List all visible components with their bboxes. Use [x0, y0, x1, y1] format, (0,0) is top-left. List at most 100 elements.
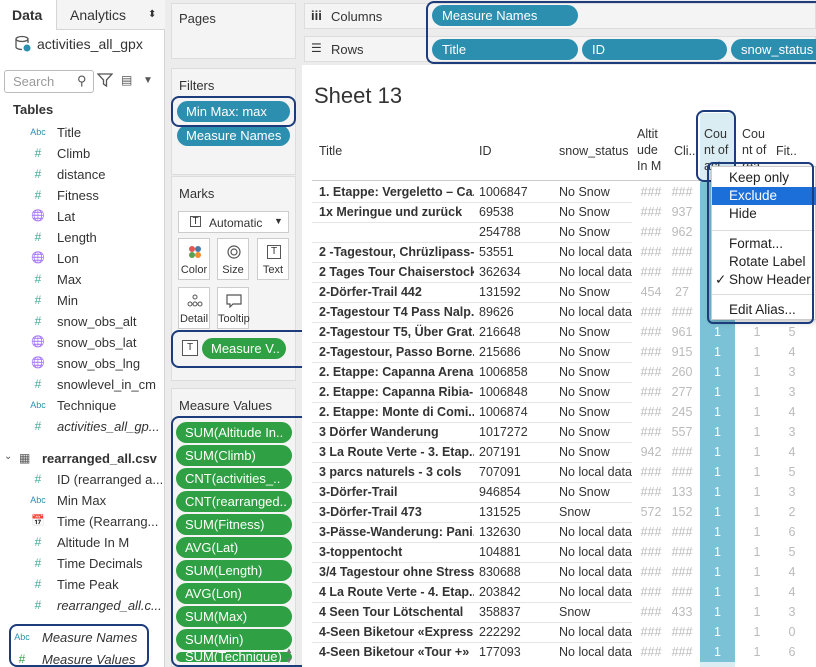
table-row[interactable]: 3 La Route Verte - 3. Etap.. 207191 No Sno… [312, 442, 816, 462]
abc-icon: Abc [30, 495, 46, 505]
cell-altitude: 942 [640, 445, 662, 459]
column-header[interactable]: Altit ude In M [637, 126, 665, 174]
column-header[interactable]: Cli.. [674, 143, 696, 159]
field-item[interactable]: # snow_obs_alt [0, 311, 165, 332]
table-row[interactable]: 4-Seen Biketour «Tour +» 177093 No local d… [312, 642, 816, 662]
field-item[interactable]: # Min [0, 290, 165, 311]
table-row[interactable]: 3 parcs naturels - 3 cols 707091 No local … [312, 462, 816, 482]
mark-type-label: Automatic [209, 216, 263, 230]
cell-climb: ### [671, 265, 693, 279]
cell-snow-status: No Snow [559, 385, 610, 399]
field-item[interactable]: # activities_all_gp... [0, 416, 165, 437]
field-item[interactable]: # Max [0, 269, 165, 290]
cell-count-activities: 1 [700, 462, 735, 482]
tooltip-button[interactable]: Tooltip [217, 287, 250, 329]
field-item[interactable]: # Altitude In M [0, 532, 165, 553]
detail-button[interactable]: Detail [178, 287, 210, 329]
text-button[interactable]: T Text [257, 238, 289, 280]
table-row[interactable]: 2. Etappe: Capanna Arena.. 1006858 No Snow… [312, 362, 816, 382]
detail-icon [187, 294, 203, 307]
cell-title: 4 La Route Verte - 4. Etap.. [319, 585, 474, 599]
highlight-box [426, 1, 816, 64]
cell-title: 2-Tagestour T5, Über Grat.. [319, 325, 474, 339]
column-header[interactable]: Fit.. [776, 143, 806, 159]
field-item[interactable]: # Fitness [0, 185, 165, 206]
hash-icon: # [34, 146, 42, 160]
tab-data[interactable]: Data [0, 0, 57, 30]
cell-fitness: 0 [788, 625, 796, 639]
cell-count-rearranged: 1 [753, 545, 761, 559]
size-button[interactable]: Size [217, 238, 249, 280]
cell-title [319, 222, 474, 242]
filter-icon[interactable] [96, 72, 114, 92]
cell-snow-status: No Snow [559, 365, 610, 379]
field-item[interactable]: # ID (rearranged a... [0, 469, 165, 490]
column-header[interactable]: Title [319, 143, 469, 159]
table-row[interactable]: 2. Etappe: Capanna Ribia-.. 1006848 No Sno… [312, 382, 816, 402]
field-item[interactable]: 🌐 Lat [0, 206, 165, 227]
cell-climb: 27 [675, 285, 689, 299]
field-item[interactable]: # Time Peak [0, 574, 165, 595]
cell-fitness: 5 [788, 465, 796, 479]
field-item[interactable]: 🌐 Lon [0, 248, 165, 269]
field-item[interactable]: 🌐 snow_obs_lat [0, 332, 165, 353]
field-item[interactable]: 🌐 snow_obs_lng [0, 353, 165, 374]
field-item[interactable]: # Time Decimals [0, 553, 165, 574]
field-item[interactable]: # Climb [0, 143, 165, 164]
field-item[interactable]: 📅 Time (Rearrang... [0, 511, 165, 532]
analytics-dropdown-icon[interactable]: ⬍ [148, 0, 156, 30]
table-row[interactable]: 2. Etappe: Monte di Comi.. 1006874 No Snow… [312, 402, 816, 422]
field-item[interactable]: Abc Technique [0, 395, 165, 416]
table-row[interactable]: 3-toppentocht 104881 No local data ### ### 1 1… [312, 542, 816, 562]
cell-count-activities: 1 [700, 342, 735, 362]
pages-card[interactable]: Pages [171, 3, 296, 59]
field-item[interactable]: # Length [0, 227, 165, 248]
cell-title: 2-Tagestour T4 Pass Nalp.. [319, 305, 474, 319]
search-placeholder: Search [13, 74, 55, 89]
table-row[interactable]: 2-Tagestour T5, Über Grat.. 216648 No Snow… [312, 322, 816, 342]
globe-icon: 🌐 [31, 357, 45, 369]
column-header[interactable]: ID [479, 143, 549, 159]
collapse-icon[interactable]: ⌄ [4, 451, 12, 462]
field-item[interactable]: Abc Min Max [0, 490, 165, 511]
hash-icon: # [34, 377, 42, 391]
cell-climb: ### [671, 625, 693, 639]
cell-snow-status: No local data [559, 265, 632, 279]
field-item[interactable]: # snowlevel_in_cm [0, 374, 165, 395]
field-item[interactable]: Abc Title [0, 122, 165, 143]
mark-type-select[interactable]: T Automatic ▼ [178, 211, 289, 233]
table-row[interactable]: 4 La Route Verte - 4. Etap.. 203842 No loc… [312, 582, 816, 602]
cell-title: 3-toppentocht [319, 545, 403, 559]
hash-icon: # [34, 230, 42, 244]
search-input[interactable]: Search ⚲ [4, 70, 94, 93]
view-list-icon[interactable]: ▤ [121, 73, 132, 87]
cell-id: 104881 [479, 545, 521, 559]
cell-count-rearranged: 1 [753, 605, 761, 619]
color-button[interactable]: Color [178, 238, 210, 280]
cell-snow-status: No Snow [559, 485, 610, 499]
tab-analytics[interactable]: Analytics [70, 0, 155, 30]
column-header[interactable]: snow_status [559, 143, 639, 159]
table-row[interactable]: 4-Seen Biketour «Express» 222292 No local … [312, 622, 816, 642]
table-row[interactable]: 2-Tagestour, Passo Borne.. 215686 No Snow #… [312, 342, 816, 362]
filter-pill-measure-names[interactable]: Measure Names [177, 125, 290, 146]
table-row[interactable]: 3-Dörfer-Trail 946854 No Snow ### 133 1 1 3 [312, 482, 816, 502]
columns-label: Columns [331, 9, 383, 24]
table-row[interactable]: 3 Dörfer Wanderung 1017272 No Snow ### 557 1 1… [312, 422, 816, 442]
table-row[interactable]: 3-Dörfer-Trail 473 131525 Snow 572 152 1 1 2 [312, 502, 816, 522]
table-row[interactable]: 4 Seen Tour Lötschental 358837 Snow ### 433 1… [312, 602, 816, 622]
tooltip-label: Tooltip [218, 313, 250, 325]
table-row[interactable]: 3/4 Tagestour ohne Stress 830688 No local … [312, 562, 816, 582]
cell-title: 1. Etappe: Vergeletto – Ca.. [319, 185, 474, 199]
cell-id: 1006858 [479, 365, 528, 379]
field-item[interactable]: # distance [0, 164, 165, 185]
table-row[interactable]: 3-Pässe-Wanderung: Pani.. 132630 No local … [312, 522, 816, 542]
cell-snow-status: No Snow [559, 345, 610, 359]
table-name-rearranged[interactable]: rearranged_all.csv [42, 451, 157, 466]
datasource-name[interactable]: activities_all_gpx [37, 36, 143, 52]
field-item[interactable]: # rearranged_all.c... [0, 595, 165, 616]
highlight-box [171, 330, 310, 368]
cell-id: 215686 [479, 345, 521, 359]
cell-fitness: 4 [788, 345, 796, 359]
chevron-down-icon[interactable]: ▼ [143, 75, 153, 86]
